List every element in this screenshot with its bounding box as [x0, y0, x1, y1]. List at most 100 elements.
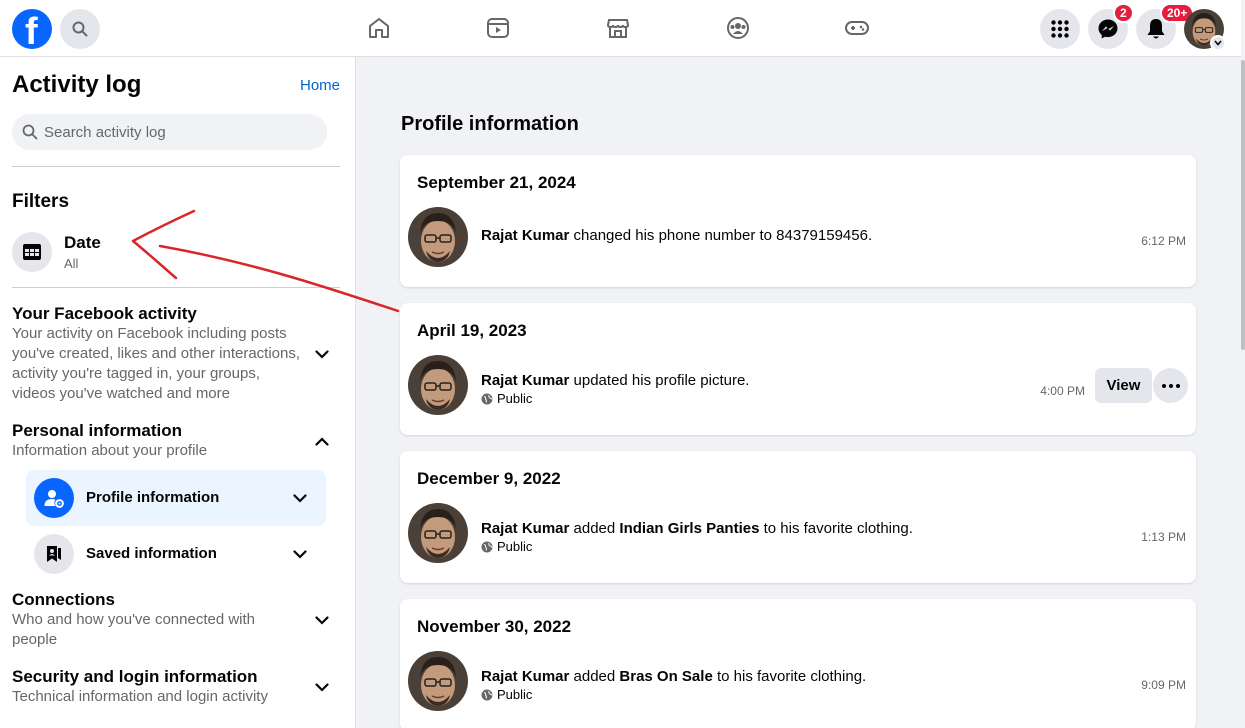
messenger-icon: [1098, 19, 1118, 39]
section-title: Personal information: [12, 421, 183, 440]
avatar[interactable]: [408, 651, 468, 711]
activity-text: changed his phone number to 84379159456.: [569, 227, 873, 244]
chevron-down-icon: [1214, 40, 1222, 46]
activity-text: to his favorite clothing.: [759, 520, 913, 537]
profile-gear-icon: [34, 478, 74, 518]
home-link[interactable]: Home: [300, 77, 340, 94]
sidebar-item-profile-information[interactable]: Profile information: [26, 470, 326, 526]
top-navigation-bar: f 2 20+: [0, 0, 1245, 57]
activity-time: 9:09 PM: [1141, 678, 1186, 692]
chevron-down-icon[interactable]: [312, 677, 332, 697]
search-icon: [22, 124, 38, 140]
activity-object[interactable]: Bras On Sale: [619, 668, 712, 685]
actor-name[interactable]: Rajat Kumar: [481, 227, 569, 244]
activity-date: September 21, 2024: [417, 173, 576, 192]
date-filter-label: Date: [64, 233, 101, 252]
activity-card: September 21, 2024 Rajat Kumar changed h…: [400, 155, 1196, 287]
nav-marketplace[interactable]: [604, 14, 632, 42]
section-your-facebook-activity[interactable]: Your Facebook activity Your activity on …: [12, 304, 342, 404]
date-filter-value: All: [64, 256, 79, 271]
section-description: Who and how you've connected with people: [12, 611, 256, 648]
activity-card: April 19, 2023 Rajat Kumar updated his p…: [400, 303, 1196, 435]
actor-name[interactable]: Rajat Kumar: [481, 520, 569, 537]
activity-description: Rajat Kumar added Bras On Sale to his fa…: [481, 668, 866, 685]
activity-description: Rajat Kumar added Indian Girls Panties t…: [481, 520, 913, 537]
messenger-badge: 2: [1113, 3, 1134, 23]
activity-log-sidebar: Activity log Home Filters Date All Your …: [0, 57, 356, 728]
search-icon: [72, 21, 88, 37]
search-button[interactable]: [60, 9, 100, 49]
page-scrollbar[interactable]: [1241, 0, 1245, 728]
facebook-logo-letter: f: [25, 11, 38, 53]
calendar-icon: [12, 232, 52, 272]
section-personal-information[interactable]: Personal information Information about y…: [12, 421, 342, 461]
marketplace-icon: [606, 19, 630, 38]
account-menu-caret[interactable]: [1210, 35, 1226, 51]
more-dots-icon: [1161, 383, 1180, 388]
globe-icon: [481, 393, 493, 404]
activity-object[interactable]: Indian Girls Panties: [619, 520, 759, 537]
saved-info-icon: [34, 534, 74, 574]
nav-video[interactable]: [484, 14, 512, 42]
actor-name[interactable]: Rajat Kumar: [481, 372, 569, 389]
sidebar-item-saved-information[interactable]: Saved information: [26, 526, 326, 582]
sidebar-item-label: Profile information: [86, 489, 220, 506]
privacy-indicator: Public: [481, 391, 532, 406]
content-heading: Profile information: [401, 113, 579, 135]
menu-button[interactable]: [1040, 9, 1080, 49]
section-description: Your activity on Facebook including post…: [12, 325, 301, 402]
activity-text: to his favorite clothing.: [712, 668, 867, 685]
section-description: Information about your profile: [12, 442, 208, 459]
chevron-down-icon[interactable]: [290, 544, 310, 564]
globe-icon: [481, 541, 493, 552]
avatar[interactable]: [408, 355, 468, 415]
video-icon: [487, 18, 509, 38]
section-title: Connections: [12, 590, 115, 609]
nav-groups[interactable]: [724, 14, 752, 42]
nav-home[interactable]: [365, 14, 393, 42]
section-title: Security and login information: [12, 667, 258, 686]
search-activity-field[interactable]: [12, 114, 327, 150]
activity-description: Rajat Kumar changed his phone number to …: [481, 227, 872, 244]
section-description: Technical information and login activity: [12, 688, 268, 705]
privacy-label: Public: [497, 539, 533, 554]
activity-time: 1:13 PM: [1141, 530, 1186, 544]
more-options-button[interactable]: [1153, 368, 1188, 403]
activity-card: December 9, 2022 Rajat Kumar added India…: [400, 451, 1196, 583]
activity-text: added: [569, 520, 620, 537]
facebook-logo[interactable]: f: [12, 9, 52, 53]
section-security-login[interactable]: Security and login information Technical…: [12, 667, 342, 707]
groups-icon: [727, 17, 749, 39]
activity-date: December 9, 2022: [417, 469, 561, 488]
bell-icon: [1147, 19, 1165, 39]
privacy-indicator: Public: [481, 687, 532, 702]
view-button[interactable]: View: [1095, 368, 1152, 403]
date-filter[interactable]: Date All: [12, 230, 342, 274]
privacy-label: Public: [497, 687, 533, 702]
chevron-down-icon[interactable]: [290, 488, 310, 508]
globe-icon: [481, 689, 493, 700]
activity-text: updated his profile picture.: [569, 372, 750, 389]
search-activity-input[interactable]: [44, 123, 314, 141]
section-connections[interactable]: Connections Who and how you've connected…: [12, 590, 342, 650]
actor-name[interactable]: Rajat Kumar: [481, 668, 569, 685]
nav-gaming[interactable]: [843, 14, 871, 42]
activity-card: November 30, 2022 Rajat Kumar added Bras…: [400, 599, 1196, 728]
chevron-down-icon[interactable]: [312, 344, 332, 364]
activity-date: November 30, 2022: [417, 617, 572, 636]
privacy-indicator: Public: [481, 539, 532, 554]
activity-time: 4:00 PM: [1040, 384, 1085, 398]
grid-menu-icon: [1051, 20, 1069, 38]
sidebar-item-label: Saved information: [86, 545, 217, 562]
scrollbar-thumb[interactable]: [1241, 60, 1245, 350]
activity-description: Rajat Kumar updated his profile picture.: [481, 372, 749, 389]
activity-date: April 19, 2023: [417, 321, 527, 340]
chevron-down-icon[interactable]: [312, 610, 332, 630]
filters-heading: Filters: [12, 191, 70, 212]
avatar[interactable]: [408, 207, 468, 267]
avatar[interactable]: [408, 503, 468, 563]
activity-text: added: [569, 668, 620, 685]
chevron-up-icon[interactable]: [312, 431, 332, 451]
page-title: Activity log: [12, 71, 142, 98]
divider: [12, 287, 340, 288]
